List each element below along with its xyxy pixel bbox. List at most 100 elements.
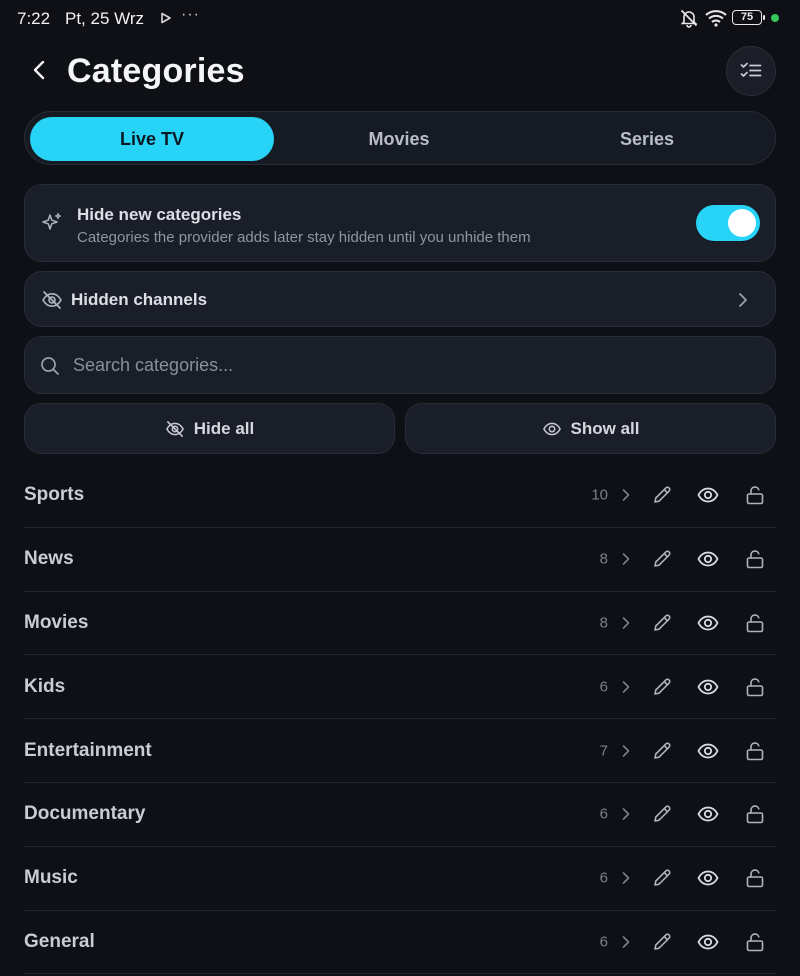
show-all-button[interactable]: Show all [405, 403, 776, 454]
eye-icon [697, 934, 719, 950]
edit-button[interactable] [648, 800, 676, 828]
show-all-label: Show all [570, 418, 640, 438]
category-row[interactable]: Movies 8 [24, 592, 776, 656]
category-count: 6 [599, 678, 608, 696]
visibility-button[interactable] [694, 673, 722, 701]
eye-off-icon [165, 420, 184, 437]
eye-icon [697, 806, 719, 822]
visibility-button[interactable] [694, 800, 722, 828]
tab-live-tv[interactable]: Live TV [30, 117, 274, 161]
page-title: Categories [67, 52, 245, 90]
chevron-right-icon[interactable] [621, 743, 631, 759]
lock-button[interactable] [741, 545, 769, 573]
sparkle-icon [41, 212, 63, 234]
category-count: 6 [599, 869, 608, 887]
visibility-button[interactable] [694, 481, 722, 509]
chevron-right-icon[interactable] [621, 806, 631, 822]
multi-select-button[interactable] [726, 46, 776, 96]
category-name: Music [24, 867, 78, 889]
category-row[interactable]: Sports 10 [24, 464, 776, 528]
category-count: 6 [599, 933, 608, 951]
category-name: General [24, 930, 95, 952]
hide-all-label: Hide all [193, 418, 255, 438]
category-row[interactable]: Documentary 6 [24, 783, 776, 847]
category-count: 8 [599, 614, 608, 632]
visibility-button[interactable] [694, 864, 722, 892]
category-name: News [24, 548, 74, 570]
back-button[interactable] [24, 55, 54, 85]
edit-button[interactable] [648, 481, 676, 509]
tab-movies[interactable]: Movies [277, 117, 521, 161]
chevron-right-icon[interactable] [621, 934, 631, 950]
muted-bell-icon [679, 8, 699, 28]
chevron-right-icon[interactable] [621, 679, 631, 695]
unlock-icon [746, 550, 764, 569]
eye-off-icon [41, 290, 63, 310]
chevron-right-icon[interactable] [621, 615, 631, 631]
category-name: Sports [24, 484, 85, 506]
hidden-channels-link[interactable]: Hidden channels [24, 271, 776, 327]
edit-button[interactable] [648, 737, 676, 765]
edit-button[interactable] [648, 928, 676, 956]
hide-new-categories-card: Hide new categories Categories the provi… [24, 184, 776, 262]
unlock-icon [746, 678, 764, 697]
pencil-icon [654, 550, 671, 567]
lock-button[interactable] [741, 800, 769, 828]
edit-button[interactable] [648, 864, 676, 892]
unlock-icon [746, 486, 764, 505]
pencil-icon [654, 614, 671, 631]
category-count: 7 [599, 742, 608, 760]
play-store-icon [160, 12, 172, 24]
category-row[interactable]: Kids 6 [24, 655, 776, 720]
more-notifications-icon: ··· [181, 6, 200, 23]
battery-level: 75 [740, 11, 754, 23]
pencil-icon [654, 678, 671, 695]
visibility-button[interactable] [694, 737, 722, 765]
category-row[interactable]: Entertainment 7 [24, 719, 776, 783]
edit-button[interactable] [648, 545, 676, 573]
status-bar: 7:22 Pt, 25 Wrz ··· 75 [0, 0, 800, 36]
category-list: Sports 10 News 8 Movies 8 Kids 6 Enterta… [24, 464, 776, 975]
battery-cap [763, 15, 765, 20]
chevron-right-icon[interactable] [621, 487, 631, 503]
hidden-channels-label: Hidden channels [71, 290, 208, 309]
status-time: 7:22 [17, 9, 51, 28]
tab-series[interactable]: Series [525, 117, 769, 161]
category-row[interactable]: General 6 [24, 911, 776, 975]
category-count: 8 [599, 550, 608, 568]
visibility-button[interactable] [694, 545, 722, 573]
lock-button[interactable] [741, 673, 769, 701]
search-box [24, 336, 776, 394]
chevron-right-icon[interactable] [621, 551, 631, 567]
hide-all-button[interactable]: Hide all [24, 403, 395, 454]
visibility-button[interactable] [694, 609, 722, 637]
lock-button[interactable] [741, 609, 769, 637]
chevron-right-icon[interactable] [621, 870, 631, 886]
category-count: 6 [599, 805, 608, 823]
lock-button[interactable] [741, 737, 769, 765]
chevron-right-icon [737, 291, 749, 309]
privacy-indicator-dot [771, 14, 779, 22]
pencil-icon [654, 869, 671, 886]
edit-button[interactable] [648, 673, 676, 701]
category-name: Kids [24, 675, 66, 697]
lock-button[interactable] [741, 928, 769, 956]
visibility-button[interactable] [694, 928, 722, 956]
unlock-icon [746, 869, 764, 888]
eye-icon [542, 422, 561, 435]
eye-icon [697, 870, 719, 886]
hide-new-title: Hide new categories [77, 205, 242, 224]
wifi-icon [705, 9, 727, 27]
edit-button[interactable] [648, 609, 676, 637]
search-input[interactable] [73, 337, 763, 393]
lock-button[interactable] [741, 864, 769, 892]
eye-icon [697, 679, 719, 695]
category-name: Documentary [24, 803, 146, 825]
toggle-knob [728, 209, 756, 237]
back-arrow-icon [33, 60, 45, 80]
category-row[interactable]: News 8 [24, 528, 776, 592]
eye-icon [697, 743, 719, 758]
lock-button[interactable] [741, 481, 769, 509]
hide-new-toggle[interactable] [696, 205, 760, 241]
category-row[interactable]: Music 6 [24, 847, 776, 911]
